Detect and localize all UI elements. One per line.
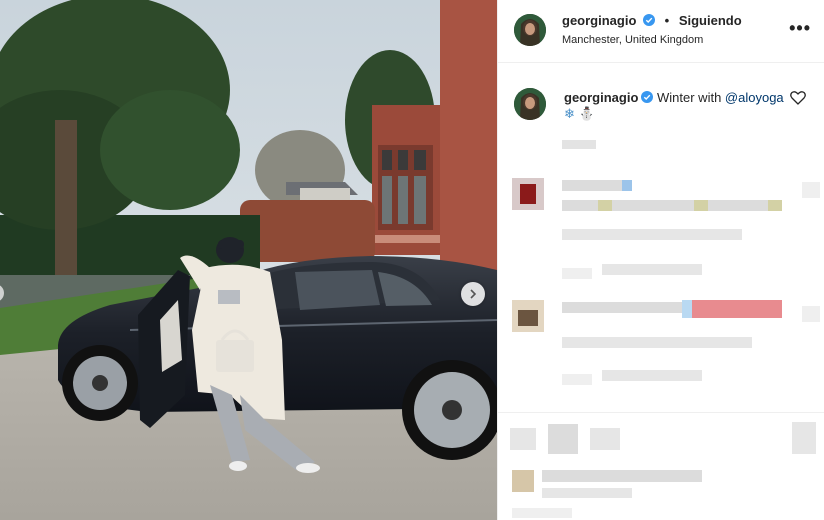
blur-block <box>692 300 782 318</box>
next-photo-button[interactable] <box>461 282 485 306</box>
comment-username-blurred <box>562 302 682 313</box>
verified-badge-icon <box>641 91 654 103</box>
view-replies-blurred <box>602 370 702 381</box>
chevron-right-icon <box>470 289 477 299</box>
liked-by-text-blurred <box>542 470 702 482</box>
comment-avatar-blurred <box>512 300 544 332</box>
comment-avatar-blurred <box>512 178 544 210</box>
post-time-blurred <box>562 140 596 149</box>
caption-emojis: ❄ ⛄ <box>564 106 595 122</box>
blur-block <box>562 268 592 279</box>
view-replies-blurred <box>602 264 702 275</box>
avatar-image <box>514 88 546 120</box>
post-caption: georginagio Winter with @aloyoga <box>564 89 814 107</box>
snowman-icon: ⛄ <box>578 106 595 121</box>
separator-dot: • <box>664 13 670 28</box>
heart-icon <box>790 91 807 105</box>
following-button[interactable]: Siguiendo <box>679 13 742 28</box>
post-sidebar: georginagio • Siguiendo Manchester, Unit… <box>497 0 824 520</box>
liked-by-avatar-blurred <box>512 470 534 492</box>
comment-button-blurred[interactable] <box>548 424 578 454</box>
post-header: georginagio • Siguiendo Manchester, Unit… <box>498 0 824 63</box>
caption-username[interactable]: georginagio <box>564 90 638 105</box>
share-button-blurred[interactable] <box>590 428 620 450</box>
mention-link[interactable]: @aloyoga <box>725 90 784 105</box>
like-icon-blurred <box>802 182 820 198</box>
comment-meta-blurred <box>562 229 742 240</box>
like-icon-blurred <box>802 306 820 322</box>
verified-badge-icon <box>643 14 656 26</box>
comment-meta-blurred <box>562 337 752 348</box>
more-options-icon[interactable]: ••• <box>789 19 811 37</box>
post-photo[interactable] <box>0 0 497 520</box>
blur-block <box>598 200 612 211</box>
liked-by-text-blurred <box>542 488 632 498</box>
comment-text-blurred <box>562 200 782 211</box>
caption-avatar[interactable] <box>514 88 546 120</box>
divider <box>498 412 824 413</box>
caption-text: Winter with <box>657 90 725 105</box>
post-date-blurred <box>512 508 572 518</box>
username-link[interactable]: georginagio <box>562 13 636 28</box>
blur-block <box>562 374 592 385</box>
location-link[interactable]: Manchester, United Kingdom <box>562 34 703 46</box>
blur-block <box>768 200 782 211</box>
blur-block <box>622 180 632 191</box>
photo-image <box>0 0 497 520</box>
snowflake-icon: ❄ <box>564 106 575 121</box>
like-button-blurred[interactable] <box>510 428 536 450</box>
save-button-blurred[interactable] <box>792 422 816 454</box>
comment-username-blurred <box>562 180 622 191</box>
avatar-image <box>514 14 546 46</box>
avatar[interactable] <box>514 14 546 46</box>
blur-block <box>694 200 708 211</box>
